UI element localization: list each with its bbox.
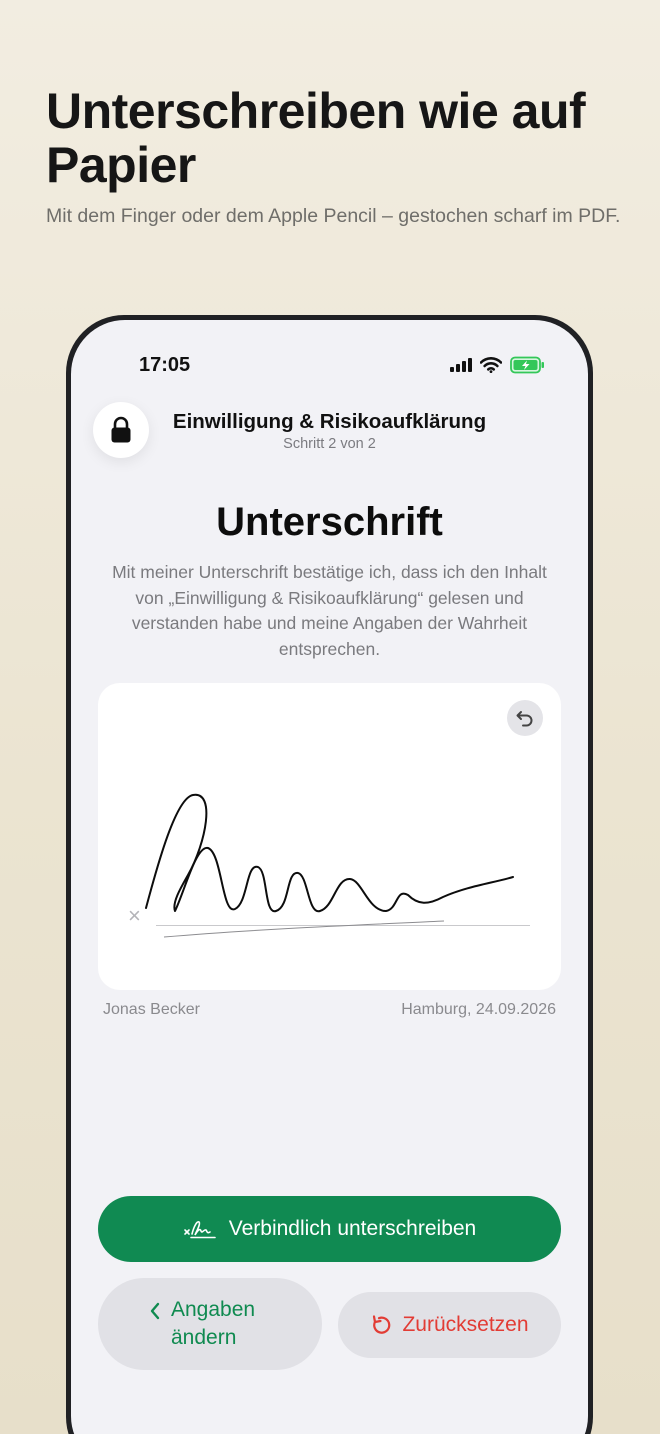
edit-details-label: Angaben ändern: [171, 1298, 256, 1349]
nav-title: Einwilligung & Risikoaufklärung: [172, 410, 487, 433]
status-icons: [450, 356, 546, 374]
reset-icon: [373, 1315, 391, 1334]
reset-button[interactable]: Zurücksetzen: [338, 1292, 561, 1358]
signature-stroke: [145, 793, 514, 938]
signature-title: Unterschrift: [216, 500, 443, 544]
battery-charging-icon: [510, 356, 544, 374]
sign-button-label: Verbindlich unterschreiben: [228, 1217, 477, 1240]
signer-name: Jonas Becker: [103, 1001, 200, 1018]
edit-details-button[interactable]: Angaben ändern: [98, 1278, 322, 1370]
sign-button[interactable]: Verbindlich unterschreiben: [98, 1196, 561, 1262]
phone-screen: 17:05 Einwilligung & Risikoaufklärung Sc…: [71, 320, 588, 1434]
signature-description: Mit meiner Unterschrift bestätige ich, d…: [112, 562, 547, 659]
promo-headline: Unterschreiben wie auf Papier: [46, 83, 586, 193]
lock-icon: [111, 416, 131, 443]
cellular-signal-icon: [450, 358, 472, 372]
signature-pad[interactable]: ×: [98, 683, 561, 990]
wifi-icon: [480, 357, 502, 373]
place-date: Hamburg, 24.09.2026: [401, 1001, 556, 1018]
chevron-left-icon: [150, 1302, 160, 1320]
nav-step: Schritt 2 von 2: [283, 436, 376, 452]
signature-icon: [183, 1221, 216, 1239]
status-time: 17:05: [139, 354, 191, 376]
reset-button-label: Zurücksetzen: [402, 1313, 529, 1336]
promo-subline: Mit dem Finger oder dem Apple Pencil – g…: [46, 205, 621, 227]
phone-frame: 17:05 Einwilligung & Risikoaufklärung Sc…: [66, 315, 593, 1434]
